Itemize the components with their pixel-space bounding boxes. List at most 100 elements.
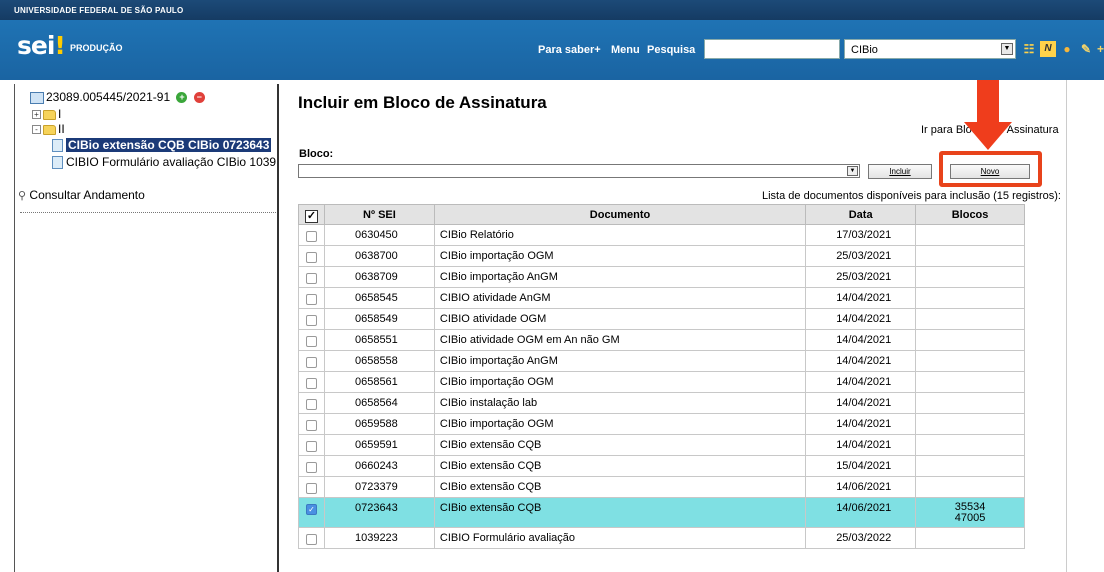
table-row[interactable]: 0660243 CIBio extensão CQB 15/04/2021 xyxy=(298,455,1025,477)
row-checkbox-cell[interactable] xyxy=(298,434,325,456)
row-checkbox[interactable] xyxy=(305,534,317,545)
row-checkbox[interactable] xyxy=(305,378,317,389)
cell-sei[interactable]: 0658564 xyxy=(323,392,435,414)
table-row[interactable]: 0658549 CIBIO atividade OGM 14/04/2021 xyxy=(298,308,1025,330)
row-checkbox-cell[interactable] xyxy=(298,245,325,267)
collapse-icon[interactable]: - xyxy=(32,125,41,135)
row-checkbox-cell[interactable] xyxy=(298,371,325,393)
row-checkbox[interactable] xyxy=(305,252,317,263)
consultar-label[interactable]: Consultar Andamento xyxy=(29,188,144,202)
cell-sei[interactable]: 0659591 xyxy=(323,434,435,456)
tree-doc-label[interactable]: CIBIO Formulário avaliação CIBio 1039223 xyxy=(66,155,276,169)
notepad-icon[interactable]: N xyxy=(1040,41,1056,57)
row-checkbox-cell[interactable] xyxy=(298,392,325,414)
cell-sei[interactable]: 1039223 xyxy=(323,527,435,549)
cell-sei[interactable]: 0630450 xyxy=(323,224,435,246)
include-button[interactable]: Incluir xyxy=(868,164,932,179)
row-checkbox[interactable] xyxy=(305,420,317,431)
cell-sei[interactable]: 0723379 xyxy=(323,476,435,498)
table-row[interactable]: 1039223 CIBIO Formulário avaliação 25/03/2… xyxy=(298,527,1025,549)
row-checkbox[interactable] xyxy=(305,294,317,305)
header-documento[interactable]: Documento xyxy=(433,204,807,225)
cell-data: 14/04/2021 xyxy=(805,287,917,309)
cell-sei[interactable]: 0658558 xyxy=(323,350,435,372)
tree-doc-item[interactable]: CIBIO Formulário avaliação CIBio 1039223 xyxy=(52,155,276,170)
cell-sei[interactable]: 0723643 xyxy=(323,497,435,528)
remove-icon[interactable]: − xyxy=(193,92,205,104)
row-checkbox[interactable] xyxy=(305,399,317,410)
cell-sei[interactable]: 0658549 xyxy=(323,308,435,330)
panel-divider[interactable] xyxy=(277,84,279,572)
table-row[interactable]: 0659591 CIBio extensão CQB 14/04/2021 xyxy=(298,434,1025,456)
row-checkbox-cell[interactable] xyxy=(298,455,325,477)
process-number[interactable]: 23089.005445/2021-91 xyxy=(46,90,170,104)
link-menu[interactable]: Menu xyxy=(611,44,640,56)
cell-blocos xyxy=(915,266,1025,288)
list-icon[interactable]: ☷ xyxy=(1021,41,1037,57)
extra-icon[interactable]: + xyxy=(1097,41,1104,57)
row-checkbox-cell[interactable] xyxy=(298,476,325,498)
row-checkbox[interactable] xyxy=(305,231,317,242)
tree-doc-label[interactable]: CIBio extensão CQB CIBio 0723643 xyxy=(66,138,272,153)
row-checkbox[interactable] xyxy=(305,483,317,494)
header-blocos[interactable]: Blocos xyxy=(915,204,1025,225)
search-input[interactable] xyxy=(704,39,840,59)
user-icon[interactable]: ● xyxy=(1059,41,1075,57)
row-checkbox-cell[interactable] xyxy=(298,329,325,351)
link-para-saber[interactable]: Para saber+ xyxy=(538,44,601,56)
cell-blocos xyxy=(915,350,1025,372)
chevron-down-icon[interactable]: ▼ xyxy=(1001,43,1013,55)
cell-sei[interactable]: 0658545 xyxy=(323,287,435,309)
link-pesquisa[interactable]: Pesquisa xyxy=(647,44,695,56)
select-all-cell[interactable]: ✓ xyxy=(298,204,325,225)
tree-doc-selected[interactable]: CIBio extensão CQB CIBio 0723643 xyxy=(52,138,276,153)
cell-sei[interactable]: 0658551 xyxy=(323,329,435,351)
table-row[interactable]: ✓ 0723643 CIBio extensão CQB 14/06/2021 3553… xyxy=(298,497,1025,528)
tree-folder-i[interactable]: + I xyxy=(32,107,61,121)
table-row[interactable]: 0658545 CIBIO atividade AnGM 14/04/2021 xyxy=(298,287,1025,309)
select-all-checkbox[interactable]: ✓ xyxy=(304,210,318,223)
table-row[interactable]: 0658551 CIBio atividade OGM em An não GM 1… xyxy=(298,329,1025,351)
row-checkbox[interactable]: ✓ xyxy=(305,504,317,515)
wrench-icon[interactable]: ✎ xyxy=(1078,41,1094,57)
row-checkbox[interactable] xyxy=(305,273,317,284)
table-row[interactable]: 0630450 CIBio Relatório 17/03/2021 xyxy=(298,224,1025,246)
row-checkbox-cell[interactable] xyxy=(298,527,325,549)
table-row[interactable]: 0638700 CIBio importação OGM 25/03/2021 xyxy=(298,245,1025,267)
row-checkbox[interactable] xyxy=(305,462,317,473)
header-sei[interactable]: Nº SEI xyxy=(323,204,435,225)
tree-folder-ii[interactable]: - II xyxy=(32,122,65,136)
sei-logo[interactable]: sei! xyxy=(17,31,66,60)
row-checkbox-cell[interactable] xyxy=(298,266,325,288)
row-checkbox-cell[interactable] xyxy=(298,413,325,435)
table-row[interactable]: 0638709 CIBio importação AnGM 25/03/2021 xyxy=(298,266,1025,288)
unit-select[interactable]: CIBio ▼ xyxy=(844,39,1016,59)
row-checkbox[interactable] xyxy=(305,357,317,368)
cell-sei[interactable]: 0638700 xyxy=(323,245,435,267)
cell-sei[interactable]: 0659588 xyxy=(323,413,435,435)
row-checkbox-cell[interactable] xyxy=(298,308,325,330)
row-checkbox[interactable] xyxy=(305,315,317,326)
cell-blocos xyxy=(915,413,1025,435)
bloco-select[interactable]: ▼ xyxy=(298,164,860,178)
chevron-down-icon[interactable]: ▼ xyxy=(847,166,858,176)
row-checkbox-cell[interactable] xyxy=(298,350,325,372)
row-checkbox[interactable] xyxy=(305,336,317,347)
table-row[interactable]: 0659588 CIBio importação OGM 14/04/2021 xyxy=(298,413,1025,435)
table-row[interactable]: 0723379 CIBio extensão CQB 14/06/2021 xyxy=(298,476,1025,498)
consultar-andamento-link[interactable]: ⚲ Consultar Andamento xyxy=(18,188,145,202)
add-icon[interactable]: + xyxy=(176,92,188,104)
cell-sei[interactable]: 0638709 xyxy=(323,266,435,288)
header-data[interactable]: Data xyxy=(805,204,917,225)
table-row[interactable]: 0658564 CIBio instalação lab 14/04/2021 xyxy=(298,392,1025,414)
row-checkbox[interactable] xyxy=(305,441,317,452)
row-checkbox-cell[interactable]: ✓ xyxy=(298,497,325,528)
row-checkbox-cell[interactable] xyxy=(298,224,325,246)
table-row[interactable]: 0658558 CIBio importação AnGM 14/04/2021 xyxy=(298,350,1025,372)
table-row[interactable]: 0658561 CIBio importação OGM 14/04/2021 xyxy=(298,371,1025,393)
cell-sei[interactable]: 0660243 xyxy=(323,455,435,477)
tree-process[interactable]: 23089.005445/2021-91 + − xyxy=(30,90,205,104)
expand-icon[interactable]: + xyxy=(32,110,41,120)
cell-sei[interactable]: 0658561 xyxy=(323,371,435,393)
row-checkbox-cell[interactable] xyxy=(298,287,325,309)
